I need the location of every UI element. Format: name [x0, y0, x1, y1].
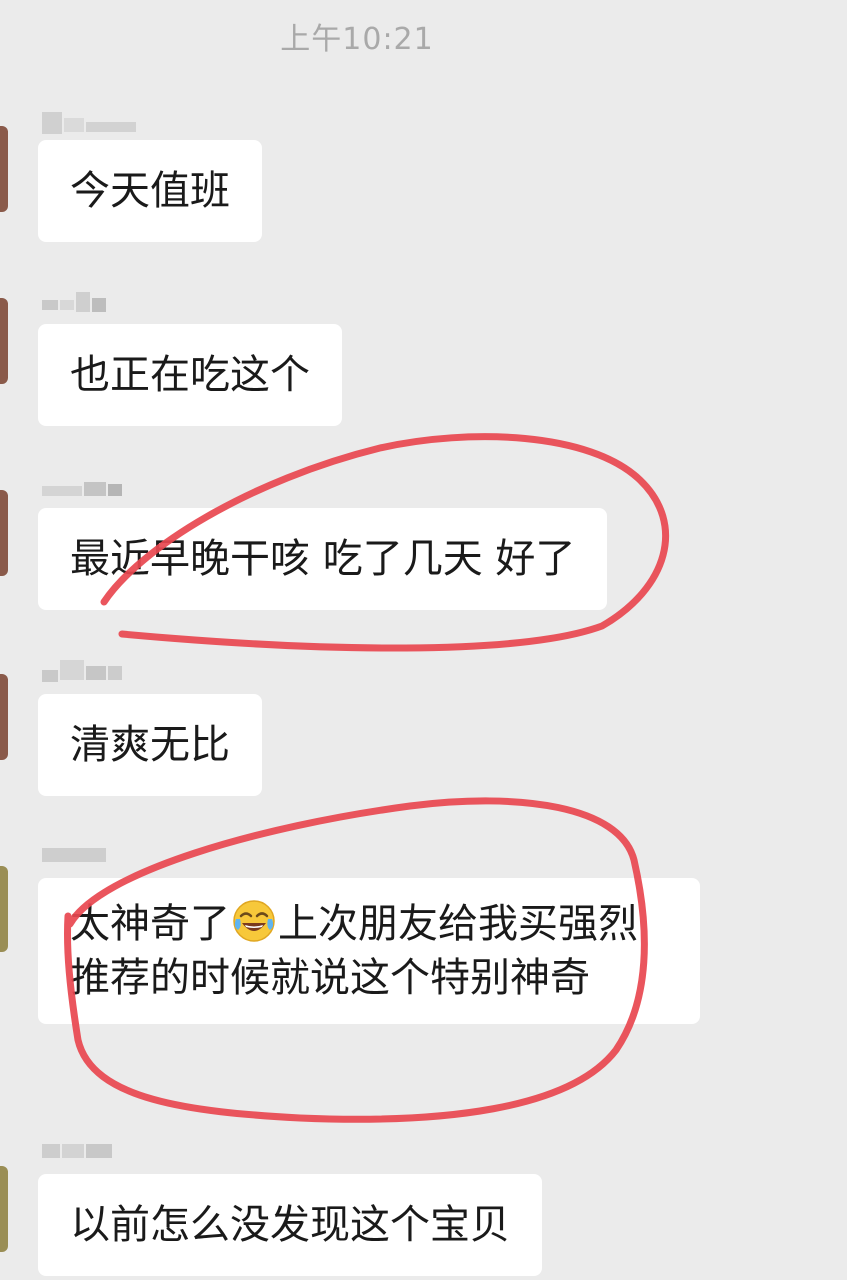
avatar[interactable] [0, 126, 8, 212]
sender-name-blurred [42, 292, 108, 312]
sender-name-blurred [42, 848, 108, 862]
sender-name-blurred [42, 112, 138, 134]
message-text: 最近早晚干咳 吃了几天 好了 [70, 536, 576, 582]
message-text: 以前怎么没发现这个宝贝 [70, 1202, 510, 1248]
sender-name-blurred [42, 660, 124, 682]
avatar[interactable] [0, 866, 8, 952]
message-bubble[interactable]: 最近早晚干咳 吃了几天 好了 [38, 508, 608, 610]
message-bubble[interactable]: 清爽无比 [38, 694, 262, 796]
message-text: 今天值班 [70, 168, 230, 214]
message-bubble[interactable]: 以前怎么没发现这个宝贝 [38, 1174, 542, 1276]
message-text: 清爽无比 [70, 722, 230, 768]
timestamp: 上午10:21 [280, 22, 434, 57]
message-text: 太神奇了 [70, 901, 230, 947]
face-with-tears-of-joy-icon [233, 900, 275, 942]
avatar[interactable] [0, 298, 8, 384]
message-bubble[interactable]: 太神奇了 上次朋友给我买强烈推荐的时候就说这个特别神奇 [38, 878, 700, 1024]
sender-name-blurred [42, 1144, 114, 1158]
sender-name-blurred [42, 476, 124, 496]
avatar[interactable] [0, 490, 8, 576]
message-bubble[interactable]: 也正在吃这个 [38, 324, 342, 426]
avatar[interactable] [0, 1166, 8, 1252]
message-text: 也正在吃这个 [70, 352, 310, 398]
avatar[interactable] [0, 674, 8, 760]
message-bubble[interactable]: 今天值班 [38, 140, 262, 242]
